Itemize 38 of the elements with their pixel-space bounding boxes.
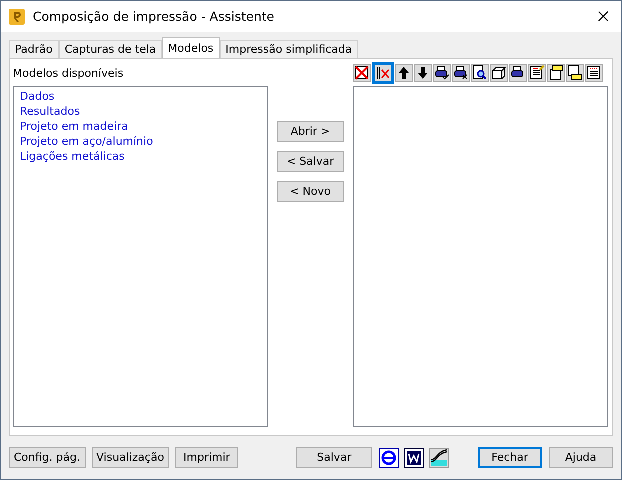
- footer-button[interactable]: Imprimir: [175, 447, 238, 468]
- table-page-icon[interactable]: [585, 64, 603, 82]
- edit-page-icon[interactable]: [528, 64, 546, 82]
- footer-button[interactable]: Visualização: [92, 447, 170, 468]
- tab[interactable]: Padrão: [9, 40, 59, 58]
- tab[interactable]: Impressão simplificada: [220, 40, 358, 58]
- models-list[interactable]: Dados Resultados Projeto em madeira Projeto em aço/alumínio Ligações metálicas: [13, 86, 268, 427]
- window-title: Composição de impressão - Assistente: [33, 9, 276, 24]
- browser-icon[interactable]: [379, 448, 400, 468]
- list-label: Modelos disponíveis: [13, 66, 125, 82]
- delete-column-icon[interactable]: [372, 62, 394, 84]
- arrow-down-icon[interactable]: [414, 64, 432, 82]
- delete-icon[interactable]: [353, 64, 371, 82]
- printer-check-icon[interactable]: [433, 64, 451, 82]
- tab[interactable]: Modelos: [162, 37, 220, 58]
- list-item[interactable]: Projeto em madeira: [20, 119, 261, 134]
- save-button[interactable]: Salvar: [296, 447, 372, 468]
- printer-cross-icon[interactable]: [452, 64, 470, 82]
- word-document-icon[interactable]: [404, 448, 424, 468]
- box-icon[interactable]: [490, 64, 508, 82]
- footer-button[interactable]: Ajuda: [549, 447, 613, 468]
- magnifier-page-icon[interactable]: [471, 64, 489, 82]
- layout-top-icon[interactable]: [547, 64, 565, 82]
- footer-button[interactable]: Fechar: [478, 447, 542, 468]
- arrow-up-icon[interactable]: [395, 64, 413, 82]
- action-button[interactable]: Abrir >: [277, 121, 344, 142]
- list-item[interactable]: Resultados: [20, 104, 261, 119]
- close-icon[interactable]: [598, 11, 609, 22]
- action-button[interactable]: < Novo: [277, 181, 344, 202]
- app-logo-icon: [9, 8, 25, 24]
- printer-icon[interactable]: [509, 64, 527, 82]
- list-item[interactable]: Ligações metálicas: [20, 149, 261, 164]
- layout-bottom-icon[interactable]: [566, 64, 584, 82]
- action-button[interactable]: < Salvar: [277, 151, 344, 172]
- list-item[interactable]: Dados: [20, 89, 261, 104]
- tab[interactable]: Capturas de tela: [58, 40, 162, 58]
- footer-button[interactable]: Config. pág.: [9, 447, 86, 468]
- list-item[interactable]: Projeto em aço/alumínio: [20, 134, 261, 149]
